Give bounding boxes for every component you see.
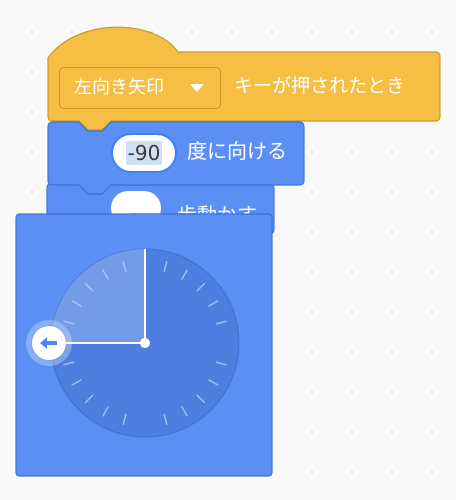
code-area: 左向き矢印 キーが押されたとき -90 度に向ける 歩動かす — [0, 0, 456, 500]
left-arrow-icon — [40, 337, 57, 349]
direction-input[interactable]: -90 — [111, 133, 177, 173]
key-dropdown[interactable]: 左向き矢印 — [59, 67, 221, 109]
dial-handle[interactable] — [26, 320, 72, 366]
direction-value: -90 — [125, 141, 163, 165]
chevron-down-icon — [190, 84, 204, 92]
motion-block-label: 度に向ける — [187, 139, 287, 163]
key-dropdown-label: 左向き矢印 — [74, 77, 164, 98]
event-block-label: キーが押されたとき — [234, 75, 406, 97]
dial-handle-button[interactable] — [32, 326, 66, 360]
dial-center — [140, 338, 150, 348]
